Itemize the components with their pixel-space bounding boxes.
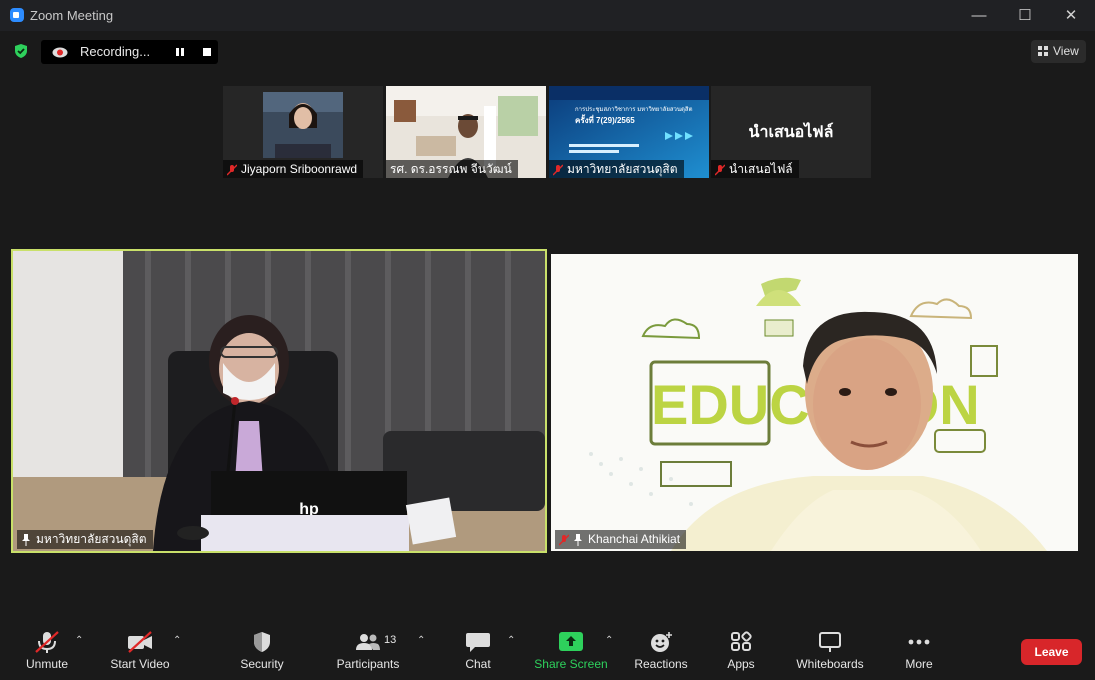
view-button[interactable]: View <box>1031 40 1086 63</box>
participant-display-name: นำเสนอไฟล์ <box>748 124 834 141</box>
active-speaker-video-tile[interactable]: hp มหาวิทยาลัยสวนดุสิต <box>11 249 547 553</box>
start-video-label: Start Video <box>110 657 170 671</box>
video-options-caret-icon[interactable]: ⌃ <box>173 635 181 646</box>
participant-name-tag: มหาวิทยาลัยสวนดุสิต <box>17 530 153 549</box>
participants-options-caret-icon[interactable]: ⌃ <box>417 635 425 646</box>
participant-thumbnail[interactable]: การประชุมสภาวิชาการ มหาวิทยาลัยสวนดุสิต … <box>549 86 709 178</box>
participant-name: Jiyaporn Sriboonrawd <box>241 162 358 176</box>
security-button[interactable]: Security <box>236 631 288 671</box>
participant-thumbnail[interactable]: รศ. ดร.อรรณพ จีนวัฒน์ <box>386 86 546 178</box>
participant-thumbnail[interactable]: นำเสนอไฟล์ นำเสนอไฟล์ <box>711 86 871 178</box>
more-dots-icon <box>908 639 930 645</box>
security-label: Security <box>240 657 284 671</box>
maximize-button[interactable]: ☐ <box>1002 0 1048 31</box>
pin-icon <box>22 533 30 546</box>
chat-label: Chat <box>465 657 491 671</box>
recording-label: Recording... <box>80 44 151 59</box>
unmute-button[interactable]: Unmute <box>20 631 74 671</box>
view-label: View <box>1053 44 1079 58</box>
meeting-toolbar: Unmute ⌃ Start Video ⌃ Security Particip… <box>0 621 1095 680</box>
participants-icon <box>356 634 380 650</box>
microphone-muted-icon <box>35 631 59 653</box>
leave-button[interactable]: Leave <box>1021 639 1082 665</box>
participant-name: นำเสนอไฟล์ <box>729 162 793 176</box>
unmute-label: Unmute <box>25 657 69 671</box>
reactions-button[interactable]: Reactions <box>631 631 691 671</box>
chat-options-caret-icon[interactable]: ⌃ <box>507 635 515 646</box>
share-screen-label: Share Screen <box>534 657 608 671</box>
participant-name: Khanchai Athikiat <box>588 532 681 546</box>
share-options-caret-icon[interactable]: ⌃ <box>605 635 613 646</box>
apps-label: Apps <box>727 657 755 671</box>
security-shield-icon <box>254 632 270 652</box>
participants-label: Participants <box>336 657 400 671</box>
start-video-button[interactable]: Start Video <box>106 631 174 671</box>
more-label: More <box>905 657 933 671</box>
whiteboards-label: Whiteboards <box>796 657 864 671</box>
share-screen-button[interactable]: Share Screen <box>533 631 609 671</box>
chat-bubble-icon <box>466 633 490 652</box>
participant-video-tile[interactable]: EDUCATION Khanchai Athikiat <box>551 254 1078 551</box>
mic-muted-icon <box>553 164 563 176</box>
reactions-smiley-icon <box>651 632 672 652</box>
participant-video: hp <box>13 251 545 551</box>
pin-icon <box>574 533 582 546</box>
stop-recording-button[interactable] <box>200 45 214 59</box>
encryption-shield-icon[interactable] <box>13 43 29 59</box>
participant-name-tag: Khanchai Athikiat <box>555 530 687 549</box>
chat-button[interactable]: Chat <box>460 631 496 671</box>
participant-video: EDUCATION <box>551 254 1078 551</box>
participant-name-tag: รศ. ดร.อรรณพ จีนวัฒน์ <box>386 160 518 178</box>
participant-name-tag: นำเสนอไฟล์ <box>711 160 799 178</box>
whiteboard-icon <box>819 632 841 652</box>
apps-icon <box>731 631 752 651</box>
reactions-label: Reactions <box>634 657 688 671</box>
participant-name: มหาวิทยาลัยสวนดุสิต <box>36 532 147 546</box>
participant-name: มหาวิทยาลัยสวนดุสิต <box>567 162 678 176</box>
participant-name-tag: Jiyaporn Sriboonrawd <box>223 160 364 178</box>
whiteboards-button[interactable]: Whiteboards <box>792 631 868 671</box>
recording-indicator: Recording... <box>41 40 218 64</box>
slide-subtitle: ครั้งที่ 7(29)/2565 <box>575 116 635 125</box>
minimize-button[interactable]: — <box>956 0 1002 31</box>
more-button[interactable]: More <box>902 631 936 671</box>
participants-count: 13 <box>384 634 397 646</box>
participant-name-tag: มหาวิทยาลัยสวนดุสิต <box>549 160 684 178</box>
zoom-logo-icon <box>10 8 24 22</box>
close-window-button[interactable]: ✕ <box>1048 0 1094 31</box>
share-screen-icon <box>559 632 583 651</box>
participant-thumbnail[interactable]: Jiyaporn Sriboonrawd <box>223 86 383 178</box>
slide-title: การประชุมสภาวิชาการ มหาวิทยาลัยสวนดุสิต <box>575 107 693 113</box>
mic-muted-icon <box>227 164 237 176</box>
video-camera-off-icon <box>128 631 152 653</box>
window-title: Zoom Meeting <box>30 8 114 23</box>
pause-recording-button[interactable] <box>173 45 187 59</box>
cloud-recording-icon <box>52 47 68 58</box>
mic-muted-icon <box>559 534 569 546</box>
mic-muted-icon <box>715 164 725 176</box>
participant-name: รศ. ดร.อรรณพ จีนวัฒน์ <box>390 162 512 176</box>
audio-options-caret-icon[interactable]: ⌃ <box>75 635 83 646</box>
title-bar: Zoom Meeting — ☐ ✕ <box>0 0 1095 31</box>
grid-view-icon <box>1038 46 1048 56</box>
apps-button[interactable]: Apps <box>723 631 759 671</box>
